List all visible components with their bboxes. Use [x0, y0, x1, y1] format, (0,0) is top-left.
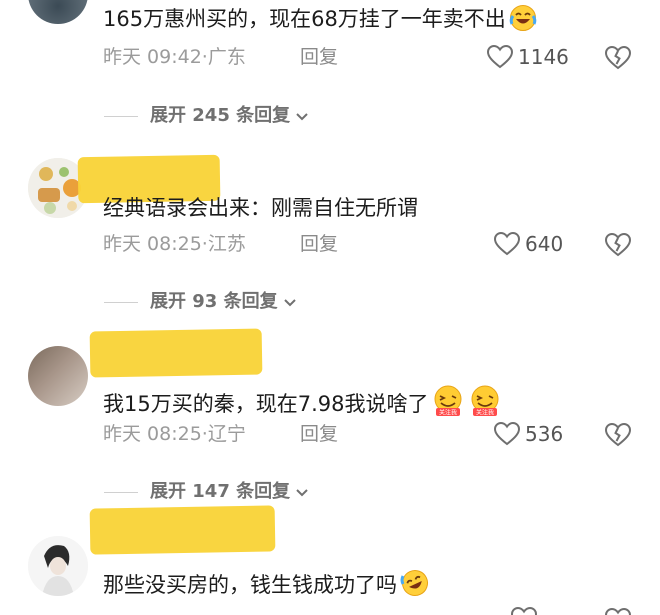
divider: [104, 491, 138, 493]
heart-outline-icon: [493, 231, 521, 256]
comment-text: 经典语录会出来：刚需自住无所谓: [103, 196, 418, 220]
heart-outline-icon[interactable]: [510, 606, 538, 615]
redacted-username: [89, 505, 276, 555]
crying-laughing-emoji-icon: [509, 4, 537, 39]
winking-emoji-icon: 关注我: [468, 383, 502, 424]
broken-heart-icon: [604, 422, 632, 447]
svg-text:关注我: 关注我: [476, 409, 494, 417]
comment-text: 那些没买房的，钱生钱成功了吗: [103, 568, 430, 605]
rolling-laughing-emoji-icon: [400, 568, 430, 605]
winking-emoji-icon: 关注我: [431, 383, 465, 424]
divider: [104, 301, 138, 303]
like-button[interactable]: 536: [493, 421, 563, 447]
comment-meta: 昨天 08:25·辽宁: [103, 423, 246, 445]
broken-heart-icon[interactable]: [604, 606, 632, 615]
expand-replies-button[interactable]: 展开 245 条回复: [104, 104, 310, 128]
avatar[interactable]: [28, 536, 88, 596]
comment-meta: 昨天 09:42·广东: [103, 46, 246, 68]
expand-replies-button[interactable]: 展开 147 条回复: [104, 480, 310, 504]
avatar[interactable]: [28, 0, 88, 24]
divider: [104, 115, 138, 117]
svg-text:关注我: 关注我: [439, 409, 457, 417]
broken-heart-icon: [604, 232, 632, 257]
comment-text: 165万惠州买的，现在68万挂了一年卖不出: [103, 4, 537, 39]
like-button[interactable]: 640: [493, 231, 563, 257]
like-button[interactable]: 1146: [486, 44, 569, 70]
avatar[interactable]: [28, 346, 88, 406]
heart-outline-icon: [486, 44, 514, 69]
dislike-button[interactable]: [604, 421, 632, 449]
like-count: 536: [525, 422, 564, 446]
expand-replies-button[interactable]: 展开 93 条回复: [104, 290, 298, 314]
dislike-button[interactable]: [604, 231, 632, 259]
chevron-down-icon: [283, 299, 296, 307]
comment-list: 165万惠州买的，现在68万挂了一年卖不出 昨天 09:42·广东 回复 114…: [0, 0, 660, 615]
chevron-down-icon: [296, 489, 308, 497]
chevron-down-icon: [296, 113, 308, 121]
redacted-username: [89, 328, 263, 378]
reply-button[interactable]: 回复: [300, 44, 338, 70]
comment-text: 我15万买的秦，现在7.98我说啥了 关注我 关注我: [103, 383, 502, 424]
reply-button[interactable]: 回复: [300, 421, 338, 447]
person-photo-icon: [28, 536, 88, 596]
comment-meta: 昨天 08:25·江苏: [103, 233, 246, 255]
dislike-button[interactable]: [604, 44, 632, 72]
like-count: 1146: [518, 45, 569, 69]
like-count: 640: [525, 232, 564, 256]
heart-outline-icon: [493, 421, 521, 446]
broken-heart-icon: [604, 45, 632, 70]
reply-button[interactable]: 回复: [300, 231, 338, 257]
